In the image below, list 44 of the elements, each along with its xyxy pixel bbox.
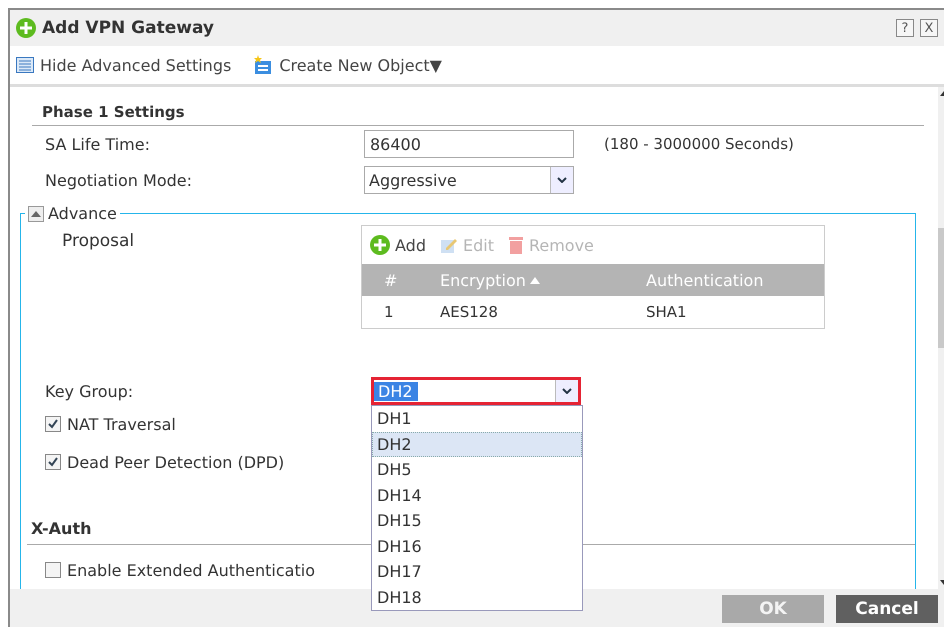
plus-icon (370, 235, 390, 255)
window-title: Add VPN Gateway (42, 18, 215, 38)
table-cell-text: 1 (384, 303, 395, 321)
table-cell-text: AES128 (440, 303, 499, 321)
dropdown-option[interactable]: DH15 (372, 508, 582, 534)
sort-up-icon (530, 276, 540, 284)
dropdown-option[interactable]: DH17 (372, 559, 582, 584)
toolbar-button[interactable]: Hide Advanced Settings (14, 56, 234, 74)
checkbox[interactable] (45, 454, 61, 470)
table-cell-text: SHA1 (646, 303, 688, 321)
dropdown-option[interactable]: DH14 (372, 482, 582, 508)
trash-icon (508, 236, 524, 254)
checkbox[interactable] (45, 416, 61, 432)
help-button[interactable]: ? (896, 19, 914, 37)
chevron-down-icon (562, 388, 572, 394)
dropdown[interactable]: Aggressive (364, 166, 574, 194)
field-label: SA Life Time: (45, 134, 151, 154)
dropdown-option[interactable]: DH16 (372, 534, 582, 559)
dropdown-option[interactable]: DH2 (372, 432, 582, 457)
list-icon (16, 57, 34, 73)
dropdown-option[interactable]: DH5 (372, 457, 582, 482)
table-action[interactable]: Add (370, 235, 426, 255)
proposal-label: Proposal (61, 230, 136, 253)
chevron-down-icon (557, 177, 567, 183)
range-hint: (180 - 3000000 Seconds) (604, 135, 795, 153)
edit-icon (440, 236, 458, 254)
group-label: Advance (48, 204, 117, 223)
dropdown-option[interactable]: DH18 (372, 584, 582, 610)
checkbox-label: NAT Traversal (67, 414, 176, 434)
checkbox-label: Dead Peer Detection (DPD) (67, 452, 284, 472)
toolbar-button[interactable]: Create New Object▼ (251, 55, 444, 75)
dropdown-option[interactable]: DH1 (372, 406, 582, 432)
input-field[interactable]: 86400 (364, 130, 574, 158)
triangle-icon (31, 210, 41, 217)
checkbox[interactable] (45, 562, 61, 578)
section-heading: Phase 1 Settings (32, 101, 924, 126)
dialog-button[interactable]: Cancel (836, 595, 938, 623)
new-object-icon (253, 55, 274, 75)
collapse-toggle[interactable] (28, 206, 44, 222)
field-label: Negotiation Mode: (45, 170, 193, 190)
close-button[interactable]: X (920, 19, 938, 37)
field-label: Key Group: (45, 382, 134, 400)
plus-icon (16, 18, 36, 38)
checkbox-label: Enable Extended Authenticatio (67, 560, 315, 580)
